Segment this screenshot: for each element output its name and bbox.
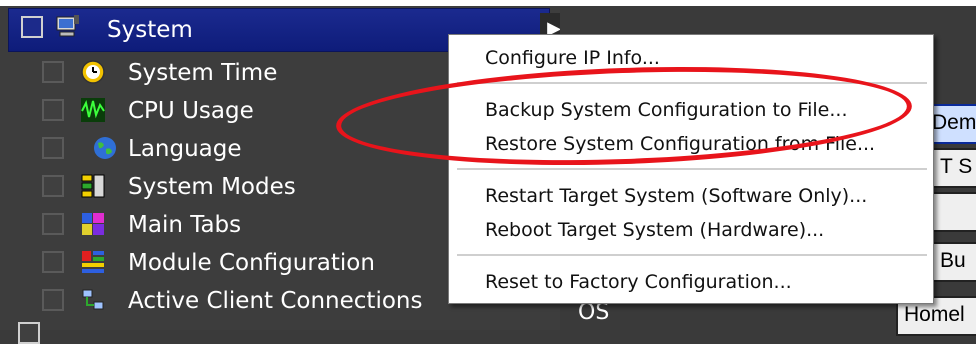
menu-item-reset-factory[interactable]: Reset to Factory Configuration... xyxy=(485,271,792,293)
clock-icon xyxy=(81,60,105,84)
side-button-3[interactable] xyxy=(932,192,976,232)
menu-item-configure-ip[interactable]: Configure IP Info... xyxy=(485,47,660,69)
tabs-icon xyxy=(82,213,104,235)
item-checkbox[interactable] xyxy=(42,289,64,311)
menu-item-restart-target[interactable]: Restart Target System (Software Only)... xyxy=(485,185,867,207)
menu-item-restore-config[interactable]: Restore System Configuration from File..… xyxy=(485,133,875,155)
item-label: System Time xyxy=(128,60,278,86)
item-checkbox[interactable] xyxy=(42,137,64,159)
globe-icon xyxy=(94,137,116,159)
item-label: Language xyxy=(128,136,242,162)
item-label: System Modes xyxy=(128,174,296,200)
item-checkbox[interactable] xyxy=(42,251,64,273)
menu-separator xyxy=(457,168,927,170)
item-checkbox[interactable] xyxy=(42,99,64,121)
modes-icon xyxy=(81,174,105,198)
computer-icon xyxy=(56,15,79,37)
menu-item-backup-config[interactable]: Backup System Configuration to File... xyxy=(485,99,848,121)
system-checkbox[interactable] xyxy=(21,16,43,38)
modules-icon xyxy=(82,251,104,273)
item-checkbox[interactable] xyxy=(42,213,64,235)
item-label: Main Tabs xyxy=(128,212,242,238)
network-icon xyxy=(82,289,104,310)
menu-separator xyxy=(457,82,927,84)
menu-item-reboot-target[interactable]: Reboot Target System (Hardware)... xyxy=(485,219,824,241)
menu-separator xyxy=(457,254,927,256)
side-button-4[interactable]: Bu xyxy=(932,242,976,282)
waveform-icon xyxy=(81,98,105,122)
item-label: CPU Usage xyxy=(128,98,254,124)
side-button-2[interactable]: T S xyxy=(932,148,976,188)
context-menu: Configure IP Info... Backup System Confi… xyxy=(448,34,934,304)
item-checkbox[interactable] xyxy=(42,61,64,83)
item-label: Module Configuration xyxy=(128,250,375,276)
item-checkbox[interactable] xyxy=(42,175,64,197)
partial-row-checkbox[interactable] xyxy=(18,322,40,344)
system-label: System xyxy=(107,17,193,43)
item-label: Active Client Connections xyxy=(128,288,423,314)
